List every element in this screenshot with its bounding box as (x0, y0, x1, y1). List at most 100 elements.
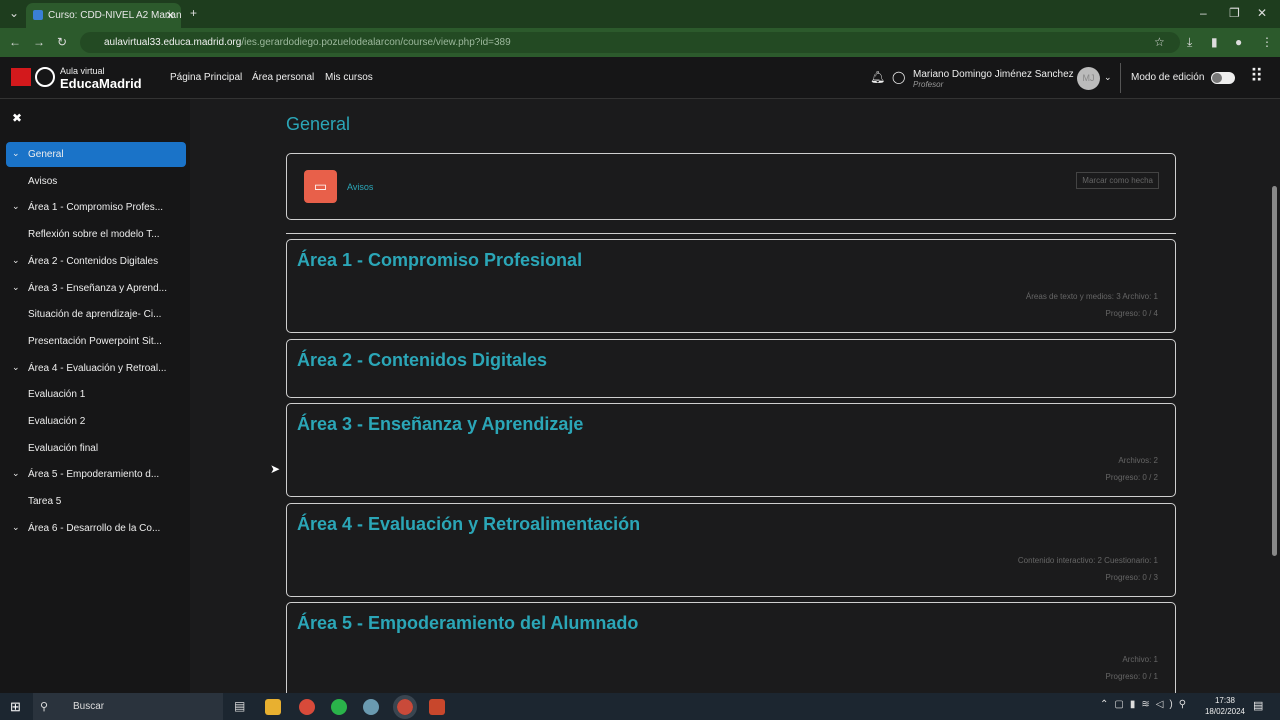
forward-icon[interactable]: → (33, 35, 45, 49)
sidebar-item[interactable]: Evaluación final (6, 436, 186, 461)
site-navbar: Aula virtual EducaMadrid Página Principa… (0, 57, 1280, 99)
address-bar: ← → ↻ aulavirtual33.educa.madrid.org/ies… (0, 28, 1280, 57)
taskbar-search[interactable]: Buscar (33, 693, 223, 720)
sidebar-item[interactable]: Tarea 5 (6, 489, 186, 514)
powerpoint-icon[interactable] (429, 699, 445, 715)
avisos-activity: ▭ Avisos Marcar como hecha (286, 153, 1176, 220)
task-view-icon[interactable]: ▤ (234, 699, 245, 713)
sidebar-item-label: Evaluación 2 (28, 416, 86, 427)
chevron-down-icon[interactable]: ⌄ (12, 362, 20, 373)
divider (286, 233, 1176, 234)
reload-icon[interactable]: ↻ (57, 35, 67, 49)
nav-link-pagina-principal[interactable]: Página Principal (170, 72, 242, 83)
section-progress: Progreso: 0 / 4 (1105, 309, 1158, 318)
bell-icon[interactable]: 🔔︎ (870, 70, 885, 84)
chevron-down-icon[interactable]: ⌄ (12, 282, 20, 293)
download-icon[interactable]: ⤓ (1187, 35, 1192, 50)
close-window-icon[interactable]: ✕ (1257, 6, 1267, 20)
logo-text-top[interactable]: Aula virtual (60, 66, 105, 76)
user-name[interactable]: Mariano Domingo Jiménez Sanchez (913, 69, 1074, 80)
apps-grid-icon[interactable]: ⠿ (1250, 66, 1263, 87)
sidebar-item-label: Área 6 - Desarrollo de la Co... (28, 522, 161, 534)
chevron-down-icon[interactable]: ⌄ (1104, 72, 1112, 83)
sidebar-item-label: Evaluación 1 (28, 389, 86, 401)
sidebar-item[interactable]: Situación de aprendizaje- Ci... (6, 302, 186, 327)
profile-icon[interactable]: ● (1235, 35, 1242, 49)
close-tab-icon[interactable]: ✕ (166, 9, 175, 22)
section-progress: Progreso: 0 / 2 (1105, 473, 1158, 482)
avatar[interactable]: MJ (1077, 67, 1100, 90)
section-activity-summary: Contenido interactivo: 2 Cuestionario: 1 (1017, 556, 1158, 565)
side-panel-icon[interactable]: ▮ (1211, 35, 1218, 49)
url-host: aulavirtual33.educa.madrid.org (104, 37, 242, 48)
scrollbar[interactable] (1272, 186, 1277, 556)
file-explorer-icon[interactable] (265, 699, 281, 715)
search-label: Buscar (73, 701, 105, 712)
chevron-down-icon[interactable]: ⌄ (12, 522, 20, 533)
nav-link-mis-cursos[interactable]: Mis cursos (325, 72, 373, 83)
chevron-down-icon[interactable]: ⌄ (12, 255, 20, 266)
url-path: /ies.gerardodiego.pozuelodealarcon/cours… (241, 37, 511, 48)
sidebar-item-label: General (28, 149, 64, 160)
sidebar-item[interactable]: ⌄ Área 5 - Empoderamiento d... (6, 462, 186, 487)
clock-time[interactable]: 17:38 (1200, 696, 1250, 705)
course-section: Área 4 - Evaluación y Retroalimentación C… (286, 503, 1176, 597)
favicon-icon (33, 10, 43, 20)
back-icon[interactable]: ← (9, 35, 21, 49)
minimize-icon[interactable]: – (1200, 6, 1207, 20)
edit-mode-label: Modo de edición (1131, 72, 1205, 83)
bookmark-star-icon[interactable]: ☆ (1154, 35, 1165, 49)
section-heading[interactable]: Área 5 - Empoderamiento del Alumnado (297, 613, 638, 634)
sidebar-item[interactable]: Evaluación 1 (6, 382, 186, 407)
forum-icon: ▭ (304, 170, 337, 203)
chevron-down-icon[interactable]: ⌄ (12, 148, 20, 159)
close-drawer-icon[interactable]: ✖ (12, 111, 22, 125)
nav-link-area-personal[interactable]: Área personal (252, 72, 314, 83)
sidebar-item[interactable]: ⌄ Área 1 - Compromiso Profes... (6, 195, 186, 220)
sidebar-item[interactable]: ⌄ General (6, 142, 186, 167)
section-heading[interactable]: Área 1 - Compromiso Profesional (297, 250, 582, 271)
edit-mode-toggle[interactable] (1211, 72, 1235, 84)
avisos-link[interactable]: Avisos (347, 182, 373, 192)
section-heading[interactable]: Área 2 - Contenidos Digitales (297, 350, 547, 371)
chrome-active-icon[interactable] (393, 695, 417, 719)
tab-list-icon[interactable]: ⌄ (9, 6, 19, 20)
notifications-icon[interactable]: ▤ (1253, 699, 1263, 712)
section-title: General (286, 114, 351, 134)
course-section: Área 5 - Empoderamiento del Alumnado Arch… (286, 602, 1176, 702)
whatsapp-icon[interactable] (331, 699, 347, 715)
search-icon: ⚲ (40, 701, 49, 713)
sidebar-item[interactable]: Evaluación 2 (6, 409, 186, 434)
sidebar-item-label: Situación de aprendizaje- Ci... (28, 309, 162, 321)
menu-icon[interactable]: ⋮ (1261, 35, 1273, 49)
browser-tab[interactable]: Curso: CDD-NIVEL A2 Mariano ✕ (26, 3, 181, 28)
windows-start-icon[interactable]: ⊞ (10, 699, 21, 715)
message-icon[interactable]: ◯ (892, 70, 905, 84)
restore-icon[interactable]: ❐ (1229, 6, 1240, 20)
sidebar-item-label: Área 5 - Empoderamiento d... (28, 469, 160, 481)
section-activity-summary: Áreas de texto y medios: 3 Archivo: 1 (1025, 292, 1158, 301)
sidebar-item[interactable]: ⌄ Área 6 - Desarrollo de la Co... (6, 516, 186, 541)
logo-text-bottom[interactable]: EducaMadrid (60, 76, 142, 91)
section-progress: Progreso: 0 / 1 (1105, 672, 1158, 681)
madrid-flag-logo (11, 68, 31, 86)
sidebar-item[interactable]: ⌄ Área 2 - Contenidos Digitales (6, 249, 186, 274)
sidebar-item[interactable]: ⌄ Área 3 - Enseñanza y Aprend... (6, 276, 186, 301)
sidebar-item[interactable]: ⌄ Área 4 - Evaluación y Retroal... (6, 356, 186, 381)
chevron-down-icon[interactable]: ⌄ (12, 468, 20, 479)
app-icon[interactable] (363, 699, 379, 715)
section-heading[interactable]: Área 3 - Enseñanza y Aprendizaje (297, 414, 583, 435)
sidebar-item[interactable]: Presentación Powerpoint Sit... (6, 329, 186, 354)
url-input[interactable]: aulavirtual33.educa.madrid.org/ies.gerar… (80, 32, 1180, 53)
new-tab-icon[interactable]: + (190, 6, 197, 20)
section-heading[interactable]: Área 4 - Evaluación y Retroalimentación (297, 514, 640, 535)
sidebar-item-label: Tarea 5 (28, 496, 62, 508)
clock-date[interactable]: 18/02/2024 (1200, 707, 1250, 716)
chevron-down-icon[interactable]: ⌄ (12, 201, 20, 212)
system-tray-icons[interactable]: ⌃▢▮≋◁)⚲ (1100, 699, 1192, 710)
course-index-sidebar: ✖ ⌄ General Avisos ⌄ Área 1 - Compromiso Pro… (0, 99, 190, 693)
sidebar-item[interactable]: Avisos (6, 169, 186, 194)
sidebar-item[interactable]: Reflexión sobre el modelo T... (6, 222, 186, 247)
chrome-icon[interactable] (299, 699, 315, 715)
mark-done-button[interactable]: Marcar como hecha (1076, 172, 1159, 189)
